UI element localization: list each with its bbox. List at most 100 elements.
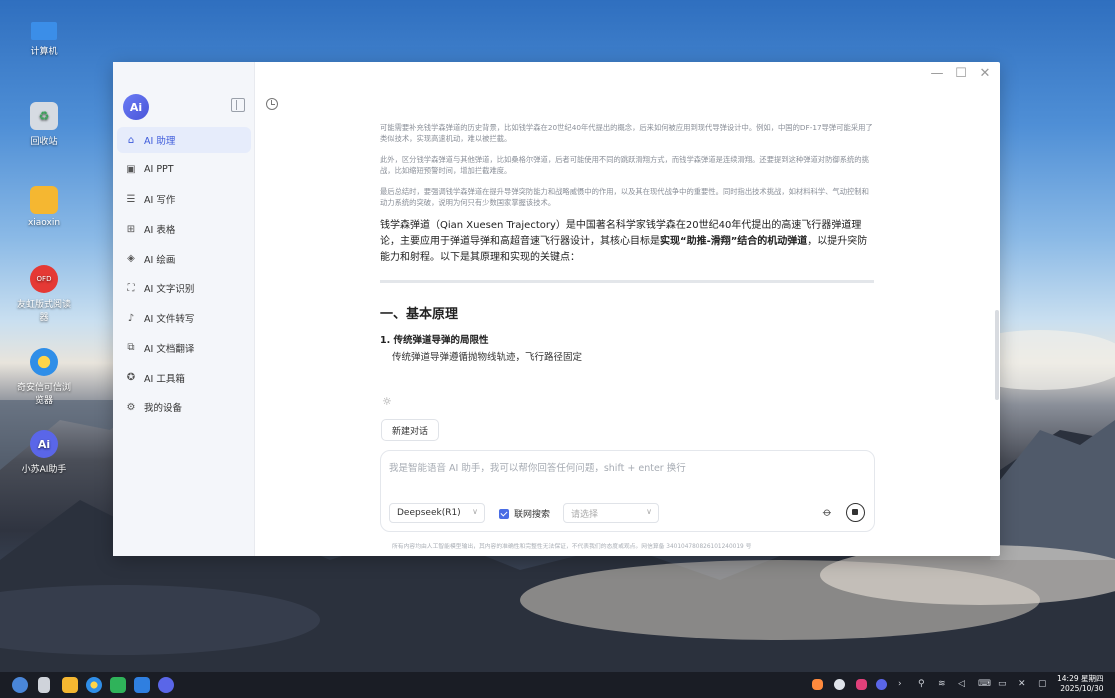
- sidebar-item-label: AI 绘画: [144, 254, 176, 266]
- sidebar: Ai ⌂ AI 助理 ▣ AI PPT ☰ AI 写作 ⊞ AI 表格 ◈ AI 绘画 ⛶…: [113, 62, 255, 556]
- assistant-icon: ⌂: [127, 134, 135, 146]
- desktop-icon-recycle-bin[interactable]: ♻ 回收站: [14, 102, 74, 147]
- folder-icon: [30, 186, 58, 214]
- ai-assistant-window: Ai ⌂ AI 助理 ▣ AI PPT ☰ AI 写作 ⊞ AI 表格 ◈ AI 绘画 ⛶…: [113, 62, 1000, 556]
- search-icon[interactable]: ⚲: [918, 679, 925, 689]
- thinking-paragraph: 最后总结时，要强调钱学森弹道在提升导弹突防能力和战略威慑中的作用，以及其在现代战…: [380, 187, 869, 207]
- computer-icon: [31, 22, 57, 40]
- table-icon: ⊞: [126, 223, 136, 235]
- window-controls: — ☐ ✕: [930, 66, 992, 81]
- attachment-icon[interactable]: ⌀: [820, 504, 835, 519]
- desktop-icon-label: 计算机: [30, 47, 58, 57]
- task-view-icon[interactable]: [38, 677, 50, 693]
- file-manager-icon[interactable]: [62, 677, 78, 693]
- model-select-value: Deepseek(R1): [397, 508, 461, 518]
- desktop-icon-label: 回收站: [30, 137, 58, 147]
- chevron-down-icon: ∨: [472, 507, 478, 516]
- tray-app-icon[interactable]: [856, 679, 867, 690]
- stop-generation-button[interactable]: [846, 503, 865, 522]
- option-select-placeholder: 请选择: [571, 509, 599, 520]
- app-logo: Ai: [123, 94, 149, 120]
- model-select[interactable]: Deepseek(R1) ∨: [389, 503, 485, 523]
- maximize-button[interactable]: ☐: [954, 66, 968, 81]
- sidebar-item-label: AI 文字识别: [144, 284, 195, 296]
- desktop-icon-browser[interactable]: 奇安信可信浏览器: [14, 348, 74, 406]
- minimize-button[interactable]: —: [930, 66, 944, 81]
- history-icon[interactable]: [266, 98, 278, 110]
- wifi-icon[interactable]: ≋: [938, 679, 946, 689]
- sidebar-item-ai-toolbox[interactable]: ✪ AI 工具箱: [117, 365, 251, 391]
- sidebar-item-ai-ppt[interactable]: ▣ AI PPT: [117, 157, 251, 183]
- chevron-down-icon: ∨: [646, 507, 652, 516]
- sidebar-item-my-devices[interactable]: ⚙ 我的设备: [117, 394, 251, 420]
- option-select[interactable]: 请选择 ∨: [563, 503, 659, 523]
- chat-composer: 我是智能语音 AI 助手，我可以帮你回答任何问题，shift + enter 换…: [380, 450, 875, 532]
- sidebar-item-label: AI 文档翻译: [144, 343, 195, 355]
- translate-icon: ⧉: [127, 342, 135, 354]
- ai-assistant-taskbar-icon[interactable]: [158, 677, 174, 693]
- sidebar-item-ai-translate[interactable]: ⧉ AI 文档翻译: [117, 335, 251, 361]
- tray-app-icon[interactable]: [812, 679, 823, 690]
- desktop-icon-label: 小苏AI助手: [21, 465, 67, 475]
- taskbar-clock[interactable]: 14:29 星期四 2025/10/30: [1057, 674, 1104, 694]
- new-chat-button[interactable]: 新建对话: [381, 419, 440, 441]
- close-button[interactable]: ✕: [978, 66, 992, 81]
- sidebar-item-label: AI 写作: [144, 195, 176, 207]
- ai-assistant-app-icon: Ai: [30, 430, 58, 458]
- volume-icon[interactable]: ◁: [958, 679, 965, 689]
- browser-icon: [30, 348, 58, 376]
- sidebar-item-label: AI 表格: [144, 225, 176, 237]
- answer-paragraph: 钱学森弹道（Qian Xuesen Trajectory）是中国著名科学家钱学森…: [380, 220, 868, 263]
- sidebar-item-ai-ocr[interactable]: ⛶ AI 文字识别: [117, 275, 251, 301]
- message-icon[interactable]: ▢: [1038, 679, 1047, 689]
- writing-icon: ☰: [126, 193, 136, 205]
- transcribe-icon: ♪: [127, 312, 135, 324]
- list-item-title: 1. 传统弹道导弹的局限性: [380, 335, 489, 346]
- taskbar: › ⚲ ≋ ◁ ⌨ ▭ ✕ ▢: [0, 672, 1115, 698]
- loading-icon: ☼: [382, 395, 392, 408]
- tray-ai-icon[interactable]: [876, 679, 887, 690]
- sidebar-nav: ⌂ AI 助理 ▣ AI PPT ☰ AI 写作 ⊞ AI 表格 ◈ AI 绘画 ⛶ AI …: [117, 127, 251, 424]
- desktop-icon-reader[interactable]: OFD 友虹版式阅读器: [14, 265, 74, 323]
- paint-icon: ◈: [127, 253, 135, 265]
- desktop-icon-computer[interactable]: 计算机: [14, 22, 74, 57]
- sidebar-collapse-icon[interactable]: [231, 98, 245, 112]
- sidebar-item-label: AI PPT: [144, 164, 174, 176]
- start-menu-icon[interactable]: [12, 677, 28, 693]
- chat-content: 可能需要补充钱学森弹道的历史背景，比如钱学森在20世纪40年代提出的概念，后来如…: [380, 122, 874, 363]
- chevron-right-icon[interactable]: ›: [898, 679, 902, 689]
- sidebar-item-ai-writing[interactable]: ☰ AI 写作: [117, 186, 251, 212]
- checkbox-checked-icon: [499, 508, 509, 519]
- browser-icon[interactable]: [86, 677, 102, 693]
- chat-input[interactable]: 我是智能语音 AI 助手，我可以帮你回答任何问题，shift + enter 换…: [389, 460, 686, 474]
- section-heading: 一、基本原理: [380, 307, 459, 322]
- sidebar-item-ai-table[interactable]: ⊞ AI 表格: [117, 216, 251, 242]
- sidebar-item-ai-assistant[interactable]: ⌂ AI 助理: [117, 127, 251, 153]
- toolbox-icon: ✪: [126, 372, 136, 383]
- sidebar-item-label: AI 文件转写: [144, 314, 195, 326]
- sidebar-item-label: AI 助理: [144, 136, 176, 147]
- desktop-icon-label: 友虹版式阅读器: [16, 300, 71, 323]
- sidebar-item-label: 我的设备: [144, 403, 183, 415]
- desktop-icon-xiaoxin[interactable]: xiaoxin: [14, 186, 74, 228]
- scrollbar[interactable]: [995, 310, 999, 400]
- disclaimer-text: 所有内容均由人工智能模型输出，其内容的准确性和完整性无法保证，不代表我们的态度或…: [392, 544, 752, 550]
- tray-cloud-icon[interactable]: [834, 679, 845, 690]
- sidebar-item-ai-transcribe[interactable]: ♪ AI 文件转写: [117, 305, 251, 331]
- desktop-icon-ai-assistant[interactable]: Ai 小苏AI助手: [14, 430, 74, 475]
- device-icon: ⚙: [126, 401, 136, 413]
- battery-icon[interactable]: ▭: [998, 679, 1007, 689]
- keyboard-icon[interactable]: ⌨: [978, 679, 991, 689]
- desktop-icon-label: xiaoxin: [27, 218, 61, 228]
- ocr-icon: ⛶: [127, 282, 135, 294]
- list-item-text: 传统弹道导弹遵循抛物线轨迹，飞行路径固定: [392, 352, 583, 363]
- web-search-toggle[interactable]: 联网搜索: [499, 507, 550, 520]
- notifications-off-icon[interactable]: ✕: [1018, 679, 1026, 689]
- code-editor-icon[interactable]: [134, 677, 150, 693]
- section-divider: [380, 280, 874, 283]
- ppt-icon: ▣: [126, 164, 136, 176]
- sidebar-item-ai-paint[interactable]: ◈ AI 绘画: [117, 246, 251, 272]
- clock-date: 2025/10/30: [1060, 684, 1104, 693]
- web-search-label: 联网搜索: [514, 510, 551, 520]
- app-store-icon[interactable]: [110, 677, 126, 693]
